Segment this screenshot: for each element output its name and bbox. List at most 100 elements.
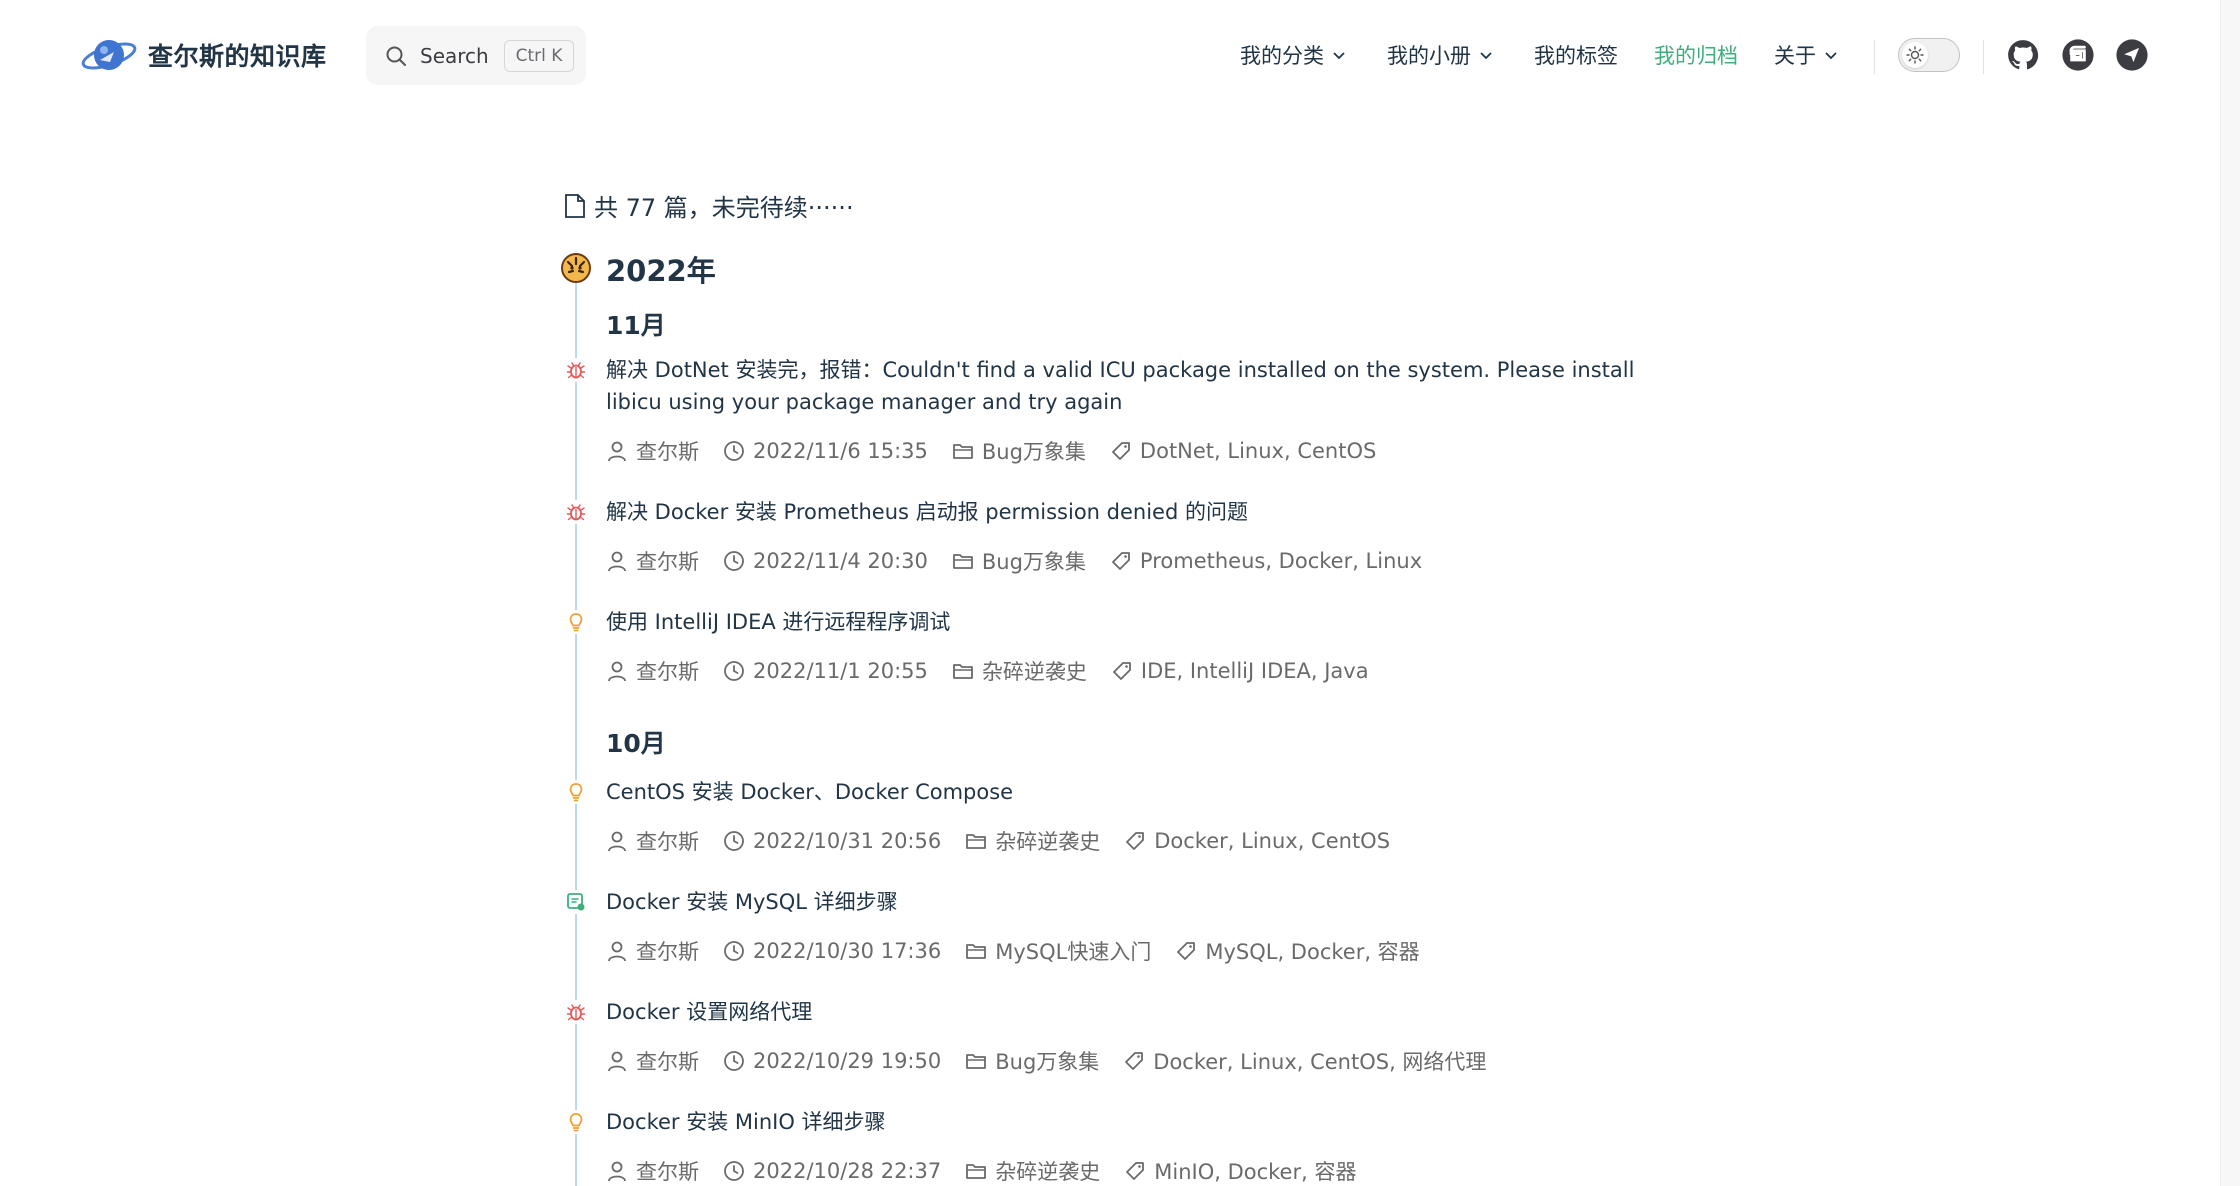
clock-icon — [724, 1161, 744, 1181]
post-author[interactable]: 查尔斯 — [606, 656, 699, 686]
post-category[interactable]: 杂碎逆袭史 — [952, 656, 1087, 686]
nav-label: 我的标签 — [1534, 44, 1618, 68]
post-tags-text: Docker, Linux, CentOS, 网络代理 — [1153, 1050, 1487, 1074]
post-tags[interactable]: MySQL, Docker, 容器 — [1175, 936, 1420, 966]
page-scrollbar[interactable] — [2220, 0, 2240, 1186]
post-title-link[interactable]: 解决 Docker 安装 Prometheus 启动报 permission d… — [606, 496, 1666, 528]
post-author[interactable]: 查尔斯 — [606, 1046, 699, 1076]
nav-item-about[interactable]: 关于 — [1774, 40, 1838, 70]
nav-item-booklets[interactable]: 我的小册 — [1387, 40, 1493, 70]
github-icon — [2008, 40, 2039, 70]
nav-label: 关于 — [1774, 44, 1816, 68]
post-tags-text: Docker, Linux, CentOS — [1154, 829, 1391, 853]
chevron-down-icon — [1825, 52, 1837, 60]
post-date: 2022/10/28 22:37 — [723, 1159, 941, 1183]
tiger-year-icon — [561, 253, 591, 283]
post-meta: 查尔斯 2022/10/31 20:56 杂碎逆袭史 Docker, Linux… — [606, 826, 1414, 856]
sun-icon — [1906, 46, 1924, 64]
user-icon — [608, 441, 626, 462]
search-label: Search — [420, 43, 489, 68]
search-shortcut-hint: Ctrl K — [504, 40, 574, 72]
theme-toggle[interactable] — [1898, 38, 1960, 72]
gitee-icon — [2062, 39, 2094, 71]
telegram-icon — [2116, 39, 2148, 71]
post-author-name: 查尔斯 — [636, 440, 699, 464]
clock-icon — [724, 441, 744, 461]
post-date: 2022/11/6 15:35 — [723, 439, 928, 463]
nav-item-categories[interactable]: 我的分类 — [1240, 40, 1346, 70]
post-title-link[interactable]: 解决 DotNet 安装完，报错：Couldn't find a valid I… — [606, 354, 1666, 418]
post-title-link[interactable]: 使用 IntelliJ IDEA 进行远程程序调试 — [606, 606, 1666, 638]
nav-label: 我的小册 — [1387, 44, 1471, 68]
post-meta: 查尔斯 2022/11/4 20:30 Bug万象集 Prometheus, D… — [606, 546, 1446, 576]
post-author-name: 查尔斯 — [636, 1050, 699, 1074]
tag-icon — [1112, 662, 1131, 680]
clock-icon — [724, 551, 744, 571]
gitee-link[interactable] — [2061, 38, 2095, 72]
post-title-link[interactable]: Docker 设置网络代理 — [606, 996, 1666, 1028]
post-tags[interactable]: Prometheus, Docker, Linux — [1110, 549, 1422, 573]
post-category-text: Bug万象集 — [995, 1050, 1100, 1074]
post-category[interactable]: 杂碎逆袭史 — [965, 1156, 1100, 1186]
user-icon — [608, 831, 626, 852]
post-date-text: 2022/11/1 20:55 — [753, 659, 928, 683]
post-title-link[interactable]: Docker 安装 MySQL 详细步骤 — [606, 886, 1666, 918]
post-tags-text: MinIO, Docker, 容器 — [1154, 1160, 1357, 1184]
telegram-link[interactable] — [2115, 38, 2149, 72]
post-tags[interactable]: DotNet, Linux, CentOS — [1110, 439, 1376, 463]
tag-icon — [1125, 1052, 1144, 1070]
user-icon — [608, 1051, 626, 1072]
post-date: 2022/11/1 20:55 — [723, 659, 928, 683]
post-tags[interactable]: Docker, Linux, CentOS — [1124, 829, 1390, 853]
user-icon — [608, 661, 626, 682]
post-tags-text: MySQL, Docker, 容器 — [1205, 940, 1420, 964]
post-category[interactable]: Bug万象集 — [952, 546, 1086, 576]
post-meta: 查尔斯 2022/11/1 20:55 杂碎逆袭史 IDE, IntelliJ … — [606, 656, 1393, 686]
nav-item-tags[interactable]: 我的标签 — [1534, 40, 1618, 70]
post-tags[interactable]: IDE, IntelliJ IDEA, Java — [1111, 659, 1369, 683]
top-nav: 查尔斯的知识库 Search Ctrl K 我的分类 我的小册 我的标签 我的归… — [0, 0, 2220, 110]
planet-logo-icon — [81, 40, 137, 70]
post-meta: 查尔斯 2022/10/29 19:50 Bug万象集 Docker, Linu… — [606, 1046, 1510, 1076]
post-tags-text: Prometheus, Docker, Linux — [1139, 549, 1423, 573]
post-tags[interactable]: MinIO, Docker, 容器 — [1124, 1156, 1356, 1186]
post-author[interactable]: 查尔斯 — [606, 936, 699, 966]
github-link[interactable] — [2006, 38, 2040, 72]
lightbulb-icon — [564, 610, 588, 634]
search-button[interactable]: Search Ctrl K — [366, 26, 586, 85]
post-category[interactable]: Bug万象集 — [952, 436, 1086, 466]
nav-label: 我的分类 — [1240, 44, 1324, 68]
post-category[interactable]: Bug万象集 — [965, 1046, 1099, 1076]
clock-icon — [724, 1051, 744, 1071]
search-icon — [386, 46, 406, 66]
tag-icon — [1112, 442, 1130, 460]
post-date-text: 2022/10/29 19:50 — [753, 1049, 942, 1073]
post-title-link[interactable]: Docker 安装 MinIO 详细步骤 — [606, 1106, 1666, 1138]
archive-year: 2022年 — [606, 254, 716, 288]
folder-icon — [966, 944, 987, 959]
post-date-text: 2022/10/28 22:37 — [753, 1159, 942, 1183]
post-date: 2022/10/30 17:36 — [723, 939, 941, 963]
nav-item-archive[interactable]: 我的归档 — [1654, 40, 1738, 70]
post-author[interactable]: 查尔斯 — [606, 1156, 699, 1186]
chevron-down-icon — [1333, 52, 1345, 60]
post-category-text: Bug万象集 — [981, 550, 1086, 574]
post-author[interactable]: 查尔斯 — [606, 546, 699, 576]
post-category[interactable]: 杂碎逆袭史 — [965, 826, 1100, 856]
post-title-link[interactable]: CentOS 安装 Docker、Docker Compose — [606, 776, 1666, 808]
post-author[interactable]: 查尔斯 — [606, 436, 699, 466]
bug-icon — [564, 358, 588, 382]
post-date: 2022/10/29 19:50 — [723, 1049, 941, 1073]
site-logo[interactable]: 查尔斯的知识库 — [80, 30, 327, 80]
folder-icon — [966, 834, 987, 849]
post-author[interactable]: 查尔斯 — [606, 826, 699, 856]
post-tags[interactable]: Docker, Linux, CentOS, 网络代理 — [1123, 1046, 1486, 1076]
database-icon — [564, 890, 588, 914]
post-date: 2022/10/31 20:56 — [723, 829, 941, 853]
user-icon — [608, 941, 626, 962]
post-category[interactable]: MySQL快速入门 — [965, 936, 1151, 966]
post-meta: 查尔斯 2022/10/28 22:37 杂碎逆袭史 MinIO, Docker… — [606, 1156, 1380, 1186]
bug-icon — [564, 500, 588, 524]
post-category-text: 杂碎逆袭史 — [995, 1160, 1101, 1184]
folder-icon — [952, 664, 973, 679]
